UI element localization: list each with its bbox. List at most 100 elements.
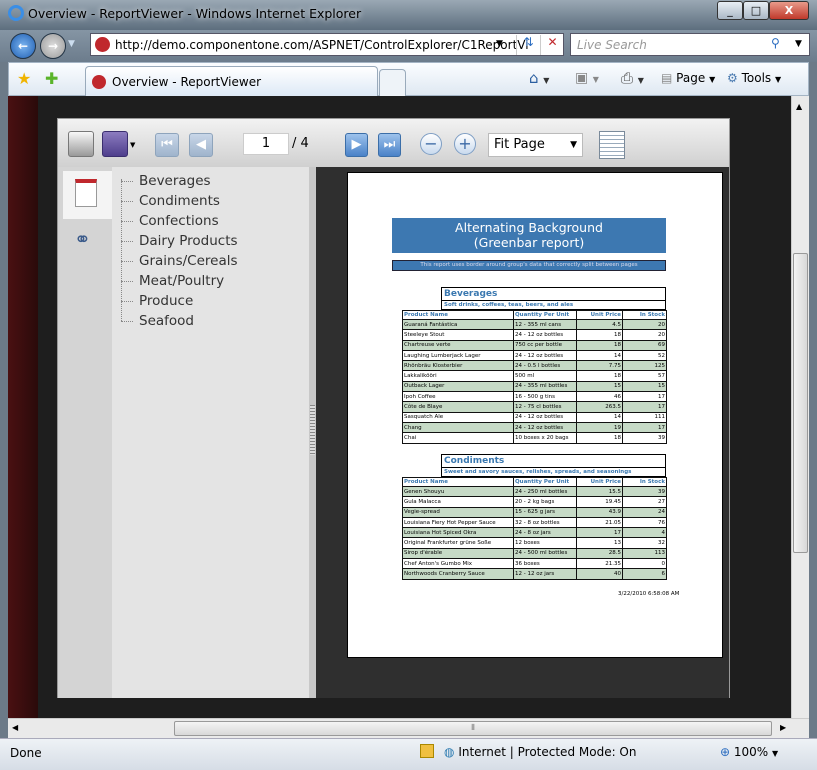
search-icon[interactable]: ⚲: [771, 36, 780, 50]
table-cell: 4: [622, 527, 667, 539]
outline-item[interactable]: Seafood: [121, 313, 194, 329]
table-cell: 12 - 355 ml cans: [513, 318, 577, 331]
history-dropdown-icon[interactable]: ▼: [68, 39, 75, 49]
scroll-right-icon[interactable]: ▶: [780, 723, 786, 732]
outline-item[interactable]: Condiments: [121, 193, 220, 209]
horizontal-scroll-thumb[interactable]: ⦀: [174, 721, 772, 736]
refresh-icon[interactable]: ⇅: [516, 35, 540, 55]
table-row: Genen Shouyu 24 - 250 ml bottles 15.5 39: [402, 485, 667, 498]
scroll-up-icon[interactable]: ▲: [796, 102, 802, 111]
table-cell: 24 - 12 oz bottles: [513, 421, 577, 434]
table-cell: 125: [622, 360, 667, 372]
tab-favicon: [92, 75, 106, 89]
outline-tab[interactable]: [63, 171, 112, 219]
table-cell: 6: [622, 568, 667, 580]
table-cell: 32: [622, 537, 667, 549]
outline-item[interactable]: Grains/Cereals: [121, 253, 238, 269]
table-cell: Louisiana Hot Spiced Okra: [402, 527, 514, 539]
last-page-button[interactable]: ⏭: [378, 133, 401, 157]
forward-button[interactable]: →: [40, 33, 66, 59]
outline-item[interactable]: Produce: [120, 293, 193, 309]
address-bar[interactable]: http://demo.componentone.com/ASPNET/Cont…: [90, 33, 564, 56]
splitter-grip[interactable]: [310, 405, 315, 455]
panel-tabs: ⚭: [58, 167, 112, 698]
column-header: In Stock: [622, 310, 667, 320]
panel-splitter[interactable]: [309, 167, 316, 698]
page-menu[interactable]: ▤ Page ▼: [661, 71, 715, 85]
zoom-in-button[interactable]: +: [454, 133, 476, 155]
search-input[interactable]: Live Search: [577, 38, 647, 52]
tools-menu[interactable]: ⚙ Tools ▼: [727, 71, 781, 85]
table-cell: 113: [622, 547, 667, 560]
export-save-icon[interactable]: [102, 131, 128, 157]
column-header: Quantity Per Unit: [513, 310, 577, 320]
table-row: Original Frankfurter grüne Soße 12 boxes 1…: [402, 537, 667, 549]
close-button[interactable]: X: [769, 1, 809, 20]
zoom-select[interactable]: Fit Page ▼: [488, 133, 583, 157]
maximize-button[interactable]: □: [743, 1, 769, 20]
outline-item[interactable]: Meat/Poultry: [120, 273, 224, 289]
table-cell: 24 - 8 oz jars: [513, 527, 577, 539]
page-number-input[interactable]: 1: [243, 133, 289, 155]
table-cell: Genen Shouyu: [402, 485, 514, 498]
search-box[interactable]: Live Search ⚲ ▼: [570, 33, 810, 56]
first-page-button[interactable]: ⏮: [155, 133, 179, 157]
table-row: Sasquatch Ale 24 - 12 oz bottles 14 111: [402, 411, 667, 423]
table-cell: 18: [576, 432, 623, 444]
table-cell: Laughing Lumberjack Lager: [402, 349, 514, 362]
internet-zone[interactable]: ◍ Internet | Protected Mode: On: [444, 745, 636, 759]
table-row: Gula Malacca 20 - 2 kg bags 19.45 27: [402, 496, 667, 508]
next-page-button[interactable]: ▶: [345, 133, 368, 157]
table-cell: Chai: [402, 432, 514, 444]
address-dropdown-icon[interactable]: ▼: [496, 39, 503, 49]
tab-overview-reportviewer[interactable]: Overview - ReportViewer: [85, 66, 378, 96]
table-cell: 52: [622, 349, 667, 362]
favorites-star-icon[interactable]: ★: [17, 69, 31, 88]
table-cell: Chef Anton's Gumbo Mix: [402, 558, 514, 570]
table-cell: 36 boxes: [513, 558, 577, 570]
table-row: Côte de Blaye 12 - 75 cl bottles 263.5 17: [402, 401, 667, 413]
outline-item[interactable]: Confections: [121, 213, 219, 229]
table-cell: 15 - 625 g jars: [513, 506, 577, 518]
table-cell: 14: [576, 349, 623, 362]
table-cell: Louisiana Fiery Hot Pepper Sauce: [402, 516, 514, 529]
table-cell: 17: [622, 391, 667, 403]
zoom-out-button[interactable]: −: [420, 133, 442, 155]
view-mode-icon[interactable]: [599, 131, 625, 159]
vertical-scroll-thumb[interactable]: [793, 253, 808, 553]
gear-icon: ⚙: [727, 71, 738, 85]
zoom-select-value: Fit Page: [494, 137, 545, 152]
previous-page-button[interactable]: ◀: [189, 133, 213, 157]
minimize-button[interactable]: _: [717, 1, 743, 20]
back-button[interactable]: ←: [10, 33, 36, 59]
url-text[interactable]: http://demo.componentone.com/ASPNET/Cont…: [115, 38, 529, 52]
table-cell: 24 - 250 ml bottles: [513, 485, 577, 498]
print-icon[interactable]: [68, 131, 94, 157]
vertical-scrollbar[interactable]: ▲: [791, 96, 809, 719]
export-dropdown-icon[interactable]: ▼: [130, 141, 135, 149]
zoom-level[interactable]: ⊕ 100% ▼: [720, 745, 778, 759]
horizontal-scrollbar[interactable]: ◀ ⦀ ▶: [8, 718, 809, 738]
search-dropdown-icon[interactable]: ▼: [795, 39, 802, 49]
table-cell: Chang: [402, 421, 514, 434]
report-title-line2: (Greenbar report): [473, 235, 585, 250]
table-row: Outback Lager 24 - 355 ml bottles 15 15: [402, 380, 667, 393]
group-description: Sweet and savory sauces, relishes, sprea…: [441, 468, 666, 477]
group-description: Soft drinks, coffees, teas, beers, and a…: [441, 301, 666, 310]
table-cell: 19: [576, 421, 623, 434]
search-binoculars-icon[interactable]: ⚭: [74, 227, 91, 251]
page-icon: ▤: [661, 71, 673, 85]
table-cell: 10 boxes x 20 bags: [513, 432, 577, 444]
scroll-left-icon[interactable]: ◀: [12, 723, 18, 732]
home-icon[interactable]: ⌂ ▼: [529, 69, 549, 87]
print-icon[interactable]: ⎙ ▼: [621, 69, 644, 87]
add-favorites-icon[interactable]: ✚: [45, 69, 58, 88]
page-menu-label: Page: [676, 71, 706, 85]
feeds-icon[interactable]: ▣ ▼: [575, 70, 599, 86]
outline-item[interactable]: Beverages: [121, 173, 211, 189]
new-tab-button[interactable]: [379, 69, 406, 96]
outline-item[interactable]: Dairy Products: [121, 233, 238, 249]
stop-icon[interactable]: ✕: [540, 35, 564, 55]
outline-panel: ⚭ Beverages Condiments Confections Dairy Pr…: [58, 167, 309, 698]
column-header: Unit Price: [576, 310, 623, 320]
